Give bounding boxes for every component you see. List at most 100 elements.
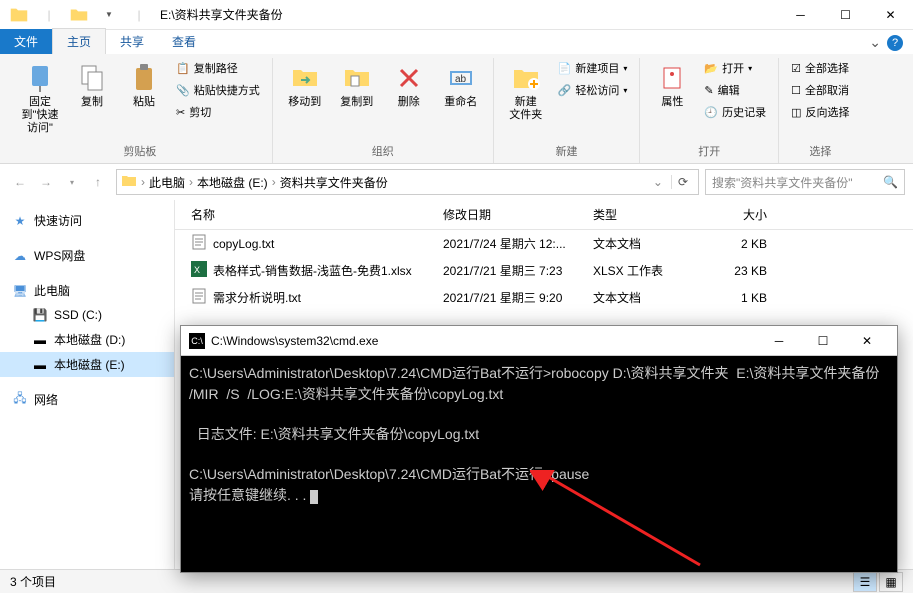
col-size[interactable]: 大小 (695, 206, 775, 223)
pin-icon (24, 62, 56, 94)
search-icon: 🔍 (883, 175, 898, 189)
sidebar-diskd[interactable]: ▬ 本地磁盘 (D:) (0, 327, 174, 352)
file-type: 文本文档 (585, 289, 695, 306)
file-icon (191, 234, 207, 253)
cmd-icon: C:\ (189, 333, 205, 349)
selectall-button[interactable]: ☑全部选择 (787, 58, 853, 78)
up-button[interactable]: ↑ (86, 170, 110, 194)
newitem-icon: 📄 (558, 62, 572, 75)
ribbon-collapse-icon[interactable]: ⌄ (869, 34, 881, 51)
folder-icon[interactable] (8, 4, 30, 26)
maximize-button[interactable]: ☐ (823, 0, 868, 30)
file-name: 表格样式-销售数据-浅蓝色-免费1.xlsx (213, 262, 412, 279)
back-button[interactable]: ← (8, 170, 32, 194)
recent-button[interactable]: ▾ (60, 170, 84, 194)
computer-icon: 🖥 (12, 283, 28, 299)
sidebar-network[interactable]: 🖧 网络 (0, 387, 174, 412)
file-date: 2021/7/24 星期六 12:... (435, 235, 585, 252)
col-type[interactable]: 类型 (585, 206, 695, 223)
minimize-button[interactable]: ─ (778, 0, 823, 30)
file-date: 2021/7/21 星期三 9:20 (435, 289, 585, 306)
copyto-button[interactable]: 复制到 (333, 58, 381, 113)
file-row[interactable]: X表格样式-销售数据-浅蓝色-免费1.xlsx2021/7/21 星期三 7:2… (175, 257, 913, 284)
open-button[interactable]: 📂打开▾ (700, 58, 770, 78)
file-size: 2 KB (695, 237, 775, 251)
breadcrumb-computer[interactable]: 此电脑 (145, 174, 189, 191)
paste-button[interactable]: 粘贴 (120, 58, 168, 113)
star-icon: ★ (12, 213, 28, 229)
cmd-minimize-button[interactable]: ─ (757, 327, 801, 355)
view-details-button[interactable]: ☰ (853, 572, 877, 592)
search-placeholder: 搜索"资料共享文件夹备份" (712, 174, 883, 191)
cmd-close-button[interactable]: ✕ (845, 327, 889, 355)
delete-button[interactable]: 删除 (385, 58, 433, 113)
file-row[interactable]: 需求分析说明.txt2021/7/21 星期三 9:20文本文档1 KB (175, 284, 913, 311)
newitem-button[interactable]: 📄新建项目▾ (554, 58, 632, 78)
tab-home[interactable]: 主页 (52, 28, 106, 54)
titlebar: | ▼ | E:\资料共享文件夹备份 ─ ☐ ✕ (0, 0, 913, 30)
forward-button[interactable]: → (34, 170, 58, 194)
history-button[interactable]: 🕘历史记录 (700, 102, 770, 122)
cmd-title-text: C:\Windows\system32\cmd.exe (211, 334, 378, 348)
tab-view[interactable]: 查看 (158, 29, 210, 54)
selectnone-button[interactable]: ☐全部取消 (787, 80, 853, 100)
close-button[interactable]: ✕ (868, 0, 913, 30)
easyaccess-button[interactable]: 🔗轻松访问▾ (554, 80, 632, 100)
edit-icon: ✎ (704, 84, 713, 97)
file-name: 需求分析说明.txt (213, 289, 301, 306)
tab-share[interactable]: 共享 (106, 29, 158, 54)
pasteshortcut-button[interactable]: 📎粘贴快捷方式 (172, 80, 264, 100)
edit-button[interactable]: ✎编辑 (700, 80, 770, 100)
sidebar-ssd[interactable]: 💾 SSD (C:) (0, 303, 174, 327)
addr-dropdown-icon[interactable]: ⌄ (647, 175, 669, 189)
cmd-titlebar[interactable]: C:\ C:\Windows\system32\cmd.exe ─ ☐ ✕ (181, 326, 897, 356)
breadcrumb-bar[interactable]: › 此电脑 › 本地磁盘 (E:) › 资料共享文件夹备份 ⌄ ⟳ (116, 169, 699, 195)
qat-sep: | (38, 4, 60, 26)
ribbon-tabs: 文件 主页 共享 查看 ⌄ ? (0, 30, 913, 54)
copy-button[interactable]: 复制 (68, 58, 116, 113)
delete-icon (393, 62, 425, 94)
paste-icon (128, 62, 160, 94)
view-icons-button[interactable]: ▦ (879, 572, 903, 592)
newfolder-button[interactable]: 新建 文件夹 (502, 58, 550, 126)
qat-sep2: | (128, 4, 150, 26)
cut-button[interactable]: ✂剪切 (172, 102, 264, 122)
rename-icon: ab (445, 62, 477, 94)
selectall-icon: ☑ (791, 62, 801, 75)
cmd-output[interactable]: C:\Users\Administrator\Desktop\7.24\CMD运… (181, 356, 897, 514)
newfolder-icon (510, 62, 542, 94)
col-name[interactable]: 名称 (175, 206, 435, 223)
open-icon: 📂 (704, 62, 718, 75)
copyto-icon (341, 62, 373, 94)
cmd-maximize-button[interactable]: ☐ (801, 327, 845, 355)
qat-dropdown-icon[interactable]: ▼ (98, 4, 120, 26)
copypath-button[interactable]: 📋复制路径 (172, 58, 264, 78)
drive-icon: ▬ (32, 332, 48, 348)
sidebar-quickaccess[interactable]: ★ 快速访问 (0, 208, 174, 233)
sidebar-wpscloud[interactable]: ☁ WPS网盘 (0, 243, 174, 268)
rename-button[interactable]: ab 重命名 (437, 58, 485, 113)
properties-button[interactable]: 属性 (648, 58, 696, 113)
col-date[interactable]: 修改日期 (435, 206, 585, 223)
refresh-button[interactable]: ⟳ (671, 175, 694, 189)
search-input[interactable]: 搜索"资料共享文件夹备份" 🔍 (705, 169, 905, 195)
invertselect-button[interactable]: ◫反向选择 (787, 102, 853, 122)
tab-file[interactable]: 文件 (0, 29, 52, 54)
moveto-button[interactable]: 移动到 (281, 58, 329, 113)
pin-button[interactable]: 固定到"快速访问" (16, 58, 64, 140)
sidebar-thispc[interactable]: 🖥 此电脑 (0, 278, 174, 303)
drive-icon: ▬ (32, 357, 48, 373)
cut-icon: ✂ (176, 106, 185, 119)
svg-text:X: X (194, 265, 200, 275)
sidebar-diske[interactable]: ▬ 本地磁盘 (E:) (0, 352, 174, 377)
file-type: 文本文档 (585, 235, 695, 252)
cloud-icon: ☁ (12, 248, 28, 264)
copy-icon (76, 62, 108, 94)
help-icon[interactable]: ? (887, 35, 903, 51)
breadcrumb-drive[interactable]: 本地磁盘 (E:) (193, 174, 272, 191)
breadcrumb-folder[interactable]: 资料共享文件夹备份 (276, 174, 392, 191)
network-icon: 🖧 (12, 392, 28, 408)
folder-small-icon[interactable] (68, 4, 90, 26)
file-row[interactable]: copyLog.txt2021/7/24 星期六 12:...文本文档2 KB (175, 230, 913, 257)
ribbon: 固定到"快速访问" 复制 粘贴 📋复制路径 📎粘贴快捷方式 ✂剪切 剪贴板 移动… (0, 54, 913, 164)
